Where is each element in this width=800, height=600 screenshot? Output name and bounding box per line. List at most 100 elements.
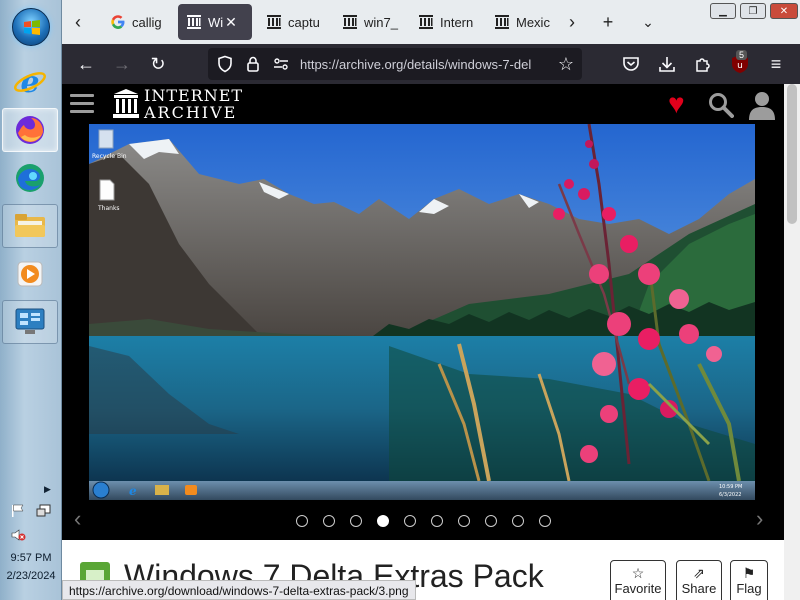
firefox-window: ‹ callig Wi ✕ captu win7_ Intern Mexic ›… (62, 0, 800, 600)
network-icon[interactable] (36, 504, 52, 518)
archive-icon (419, 15, 433, 29)
taskbar-clock-time[interactable]: 9:57 PM (0, 552, 62, 564)
new-tab-button[interactable]: + (596, 8, 620, 36)
screenshot-clock-time: 10:59 PM (719, 484, 742, 490)
tab-internet[interactable]: Intern (410, 4, 480, 40)
tab-calligraphy[interactable]: callig (102, 4, 172, 40)
downloads-icon[interactable] (658, 55, 676, 73)
link-status-bar: https://archive.org/download/windows-7-d… (62, 580, 416, 600)
bookmark-star-button[interactable]: ☆ (554, 52, 578, 76)
start-button[interactable] (12, 8, 50, 46)
tab-label: captu (288, 14, 320, 30)
flag-icon: ⚑ (742, 565, 756, 581)
carousel-next-button[interactable]: › (756, 506, 763, 532)
flag-label: Flag (736, 581, 762, 596)
scrollbar-thumb[interactable] (787, 84, 797, 224)
windows-7-desktop-screenshot: Recycle Bin Thanks e 10:59 PM 6/3/2022 (89, 124, 755, 500)
taskbar-internet-explorer[interactable]: e (2, 60, 58, 104)
site-menu-icon[interactable] (70, 94, 94, 114)
svg-text:e: e (20, 65, 39, 99)
page-scrollbar[interactable] (784, 84, 800, 600)
carousel-dot[interactable] (350, 515, 362, 527)
windows-taskbar: e ▶ 9:57 PM 2/23/2024 (0, 0, 62, 600)
forward-button[interactable]: → (110, 52, 134, 76)
tab-strip: ‹ callig Wi ✕ captu win7_ Intern Mexic ›… (62, 0, 800, 44)
carousel-dot[interactable] (431, 515, 443, 527)
tab-scroll-left-button[interactable]: ‹ (66, 8, 90, 36)
back-button[interactable]: ← (74, 52, 98, 76)
carousel-dot[interactable] (512, 515, 524, 527)
carousel-dots (296, 515, 551, 527)
site-header: INTERNET ARCHIVE ♥ (62, 84, 784, 124)
extension-badge-count: 5 (736, 50, 748, 60)
tab-label: Intern (440, 14, 474, 30)
share-button[interactable]: ⇗ Share (676, 560, 722, 600)
reload-button[interactable]: ↻ (146, 52, 170, 76)
tracking-protection-shield-icon[interactable] (216, 55, 234, 73)
share-label: Share (681, 581, 717, 596)
carousel-dot[interactable] (323, 515, 335, 527)
open-menu-button[interactable]: ≡ (764, 52, 788, 76)
close-tab-icon[interactable]: ✕ (225, 14, 237, 31)
svg-text:e: e (129, 484, 137, 498)
list-all-tabs-button[interactable]: ⌄ (636, 8, 660, 36)
google-icon (111, 15, 125, 29)
taskbar-edge[interactable] (2, 156, 58, 200)
tab-windows-7-delta[interactable]: Wi ✕ (178, 4, 252, 40)
address-bar[interactable]: https://archive.org/details/windows-7-de… (208, 48, 582, 80)
extensions-puzzle-icon[interactable] (694, 55, 712, 73)
carousel-dot[interactable] (296, 515, 308, 527)
permissions-icon[interactable] (272, 55, 290, 73)
archive-icon (495, 15, 509, 29)
tab-scroll-right-button[interactable]: › (560, 8, 584, 36)
recycle-bin-label: Recycle Bin (92, 153, 127, 160)
volume-muted-icon[interactable] (10, 528, 26, 542)
svg-text:u: u (737, 61, 743, 71)
logo-line-2: ARCHIVE (144, 103, 238, 122)
carousel-dot[interactable] (485, 515, 497, 527)
user-account-icon[interactable] (748, 90, 776, 120)
taskbar-firefox[interactable] (2, 108, 58, 152)
lock-icon[interactable] (244, 55, 262, 73)
favorite-button[interactable]: ☆ Favorite (610, 560, 666, 600)
archive-icon (343, 15, 357, 29)
taskbar-clock-date[interactable]: 2/23/2024 (0, 570, 62, 582)
system-tray: ▶ 9:57 PM 2/23/2024 (0, 480, 62, 600)
minimize-button[interactable]: ▁ (710, 3, 736, 19)
tab-label: win7_ (364, 14, 398, 30)
donate-heart-icon[interactable]: ♥ (668, 90, 685, 118)
internet-archive-logo-icon[interactable] (112, 88, 140, 120)
navigation-toolbar: ← → ↻ https://archive.org/details/window… (62, 44, 800, 84)
windows-logo-icon (24, 20, 40, 35)
archive-icon (187, 15, 201, 29)
action-center-flag-icon[interactable] (10, 504, 26, 518)
taskbar-control-panel[interactable] (2, 300, 58, 344)
tab-capture[interactable]: captu (258, 4, 328, 40)
carousel-dot[interactable] (458, 515, 470, 527)
carousel-dot[interactable] (404, 515, 416, 527)
tab-win7[interactable]: win7_ (334, 4, 404, 40)
tab-label: callig (132, 14, 162, 30)
taskbar-media-player[interactable] (2, 252, 58, 296)
archive-icon (267, 15, 281, 29)
screenshot-clock-date: 6/3/2022 (719, 492, 741, 498)
tab-mexico[interactable]: Mexic (486, 4, 554, 40)
taskbar-file-explorer[interactable] (2, 204, 58, 248)
carousel-dot[interactable] (377, 515, 389, 527)
media-player-icon (17, 261, 43, 287)
carousel-slide-image[interactable]: Recycle Bin Thanks e 10:59 PM 6/3/2022 (89, 124, 755, 500)
folder-icon (15, 214, 45, 237)
tab-label: Wi (208, 14, 224, 30)
carousel-dot[interactable] (539, 515, 551, 527)
carousel-prev-button[interactable]: ‹ (74, 506, 81, 532)
close-window-button[interactable]: ✕ (770, 3, 798, 19)
url-text: https://archive.org/details/windows-7-de… (300, 56, 532, 72)
image-carousel: Recycle Bin Thanks e 10:59 PM 6/3/2022 ‹… (62, 124, 784, 540)
flag-button[interactable]: ⚑ Flag (730, 560, 768, 600)
restore-button[interactable]: ❐ (740, 3, 766, 19)
show-hidden-icons-icon[interactable]: ▶ (44, 484, 51, 495)
site-logo-text[interactable]: INTERNET ARCHIVE (144, 87, 243, 121)
search-icon[interactable] (708, 92, 734, 118)
pocket-icon[interactable] (622, 55, 640, 73)
share-icon: ⇗ (693, 565, 705, 581)
